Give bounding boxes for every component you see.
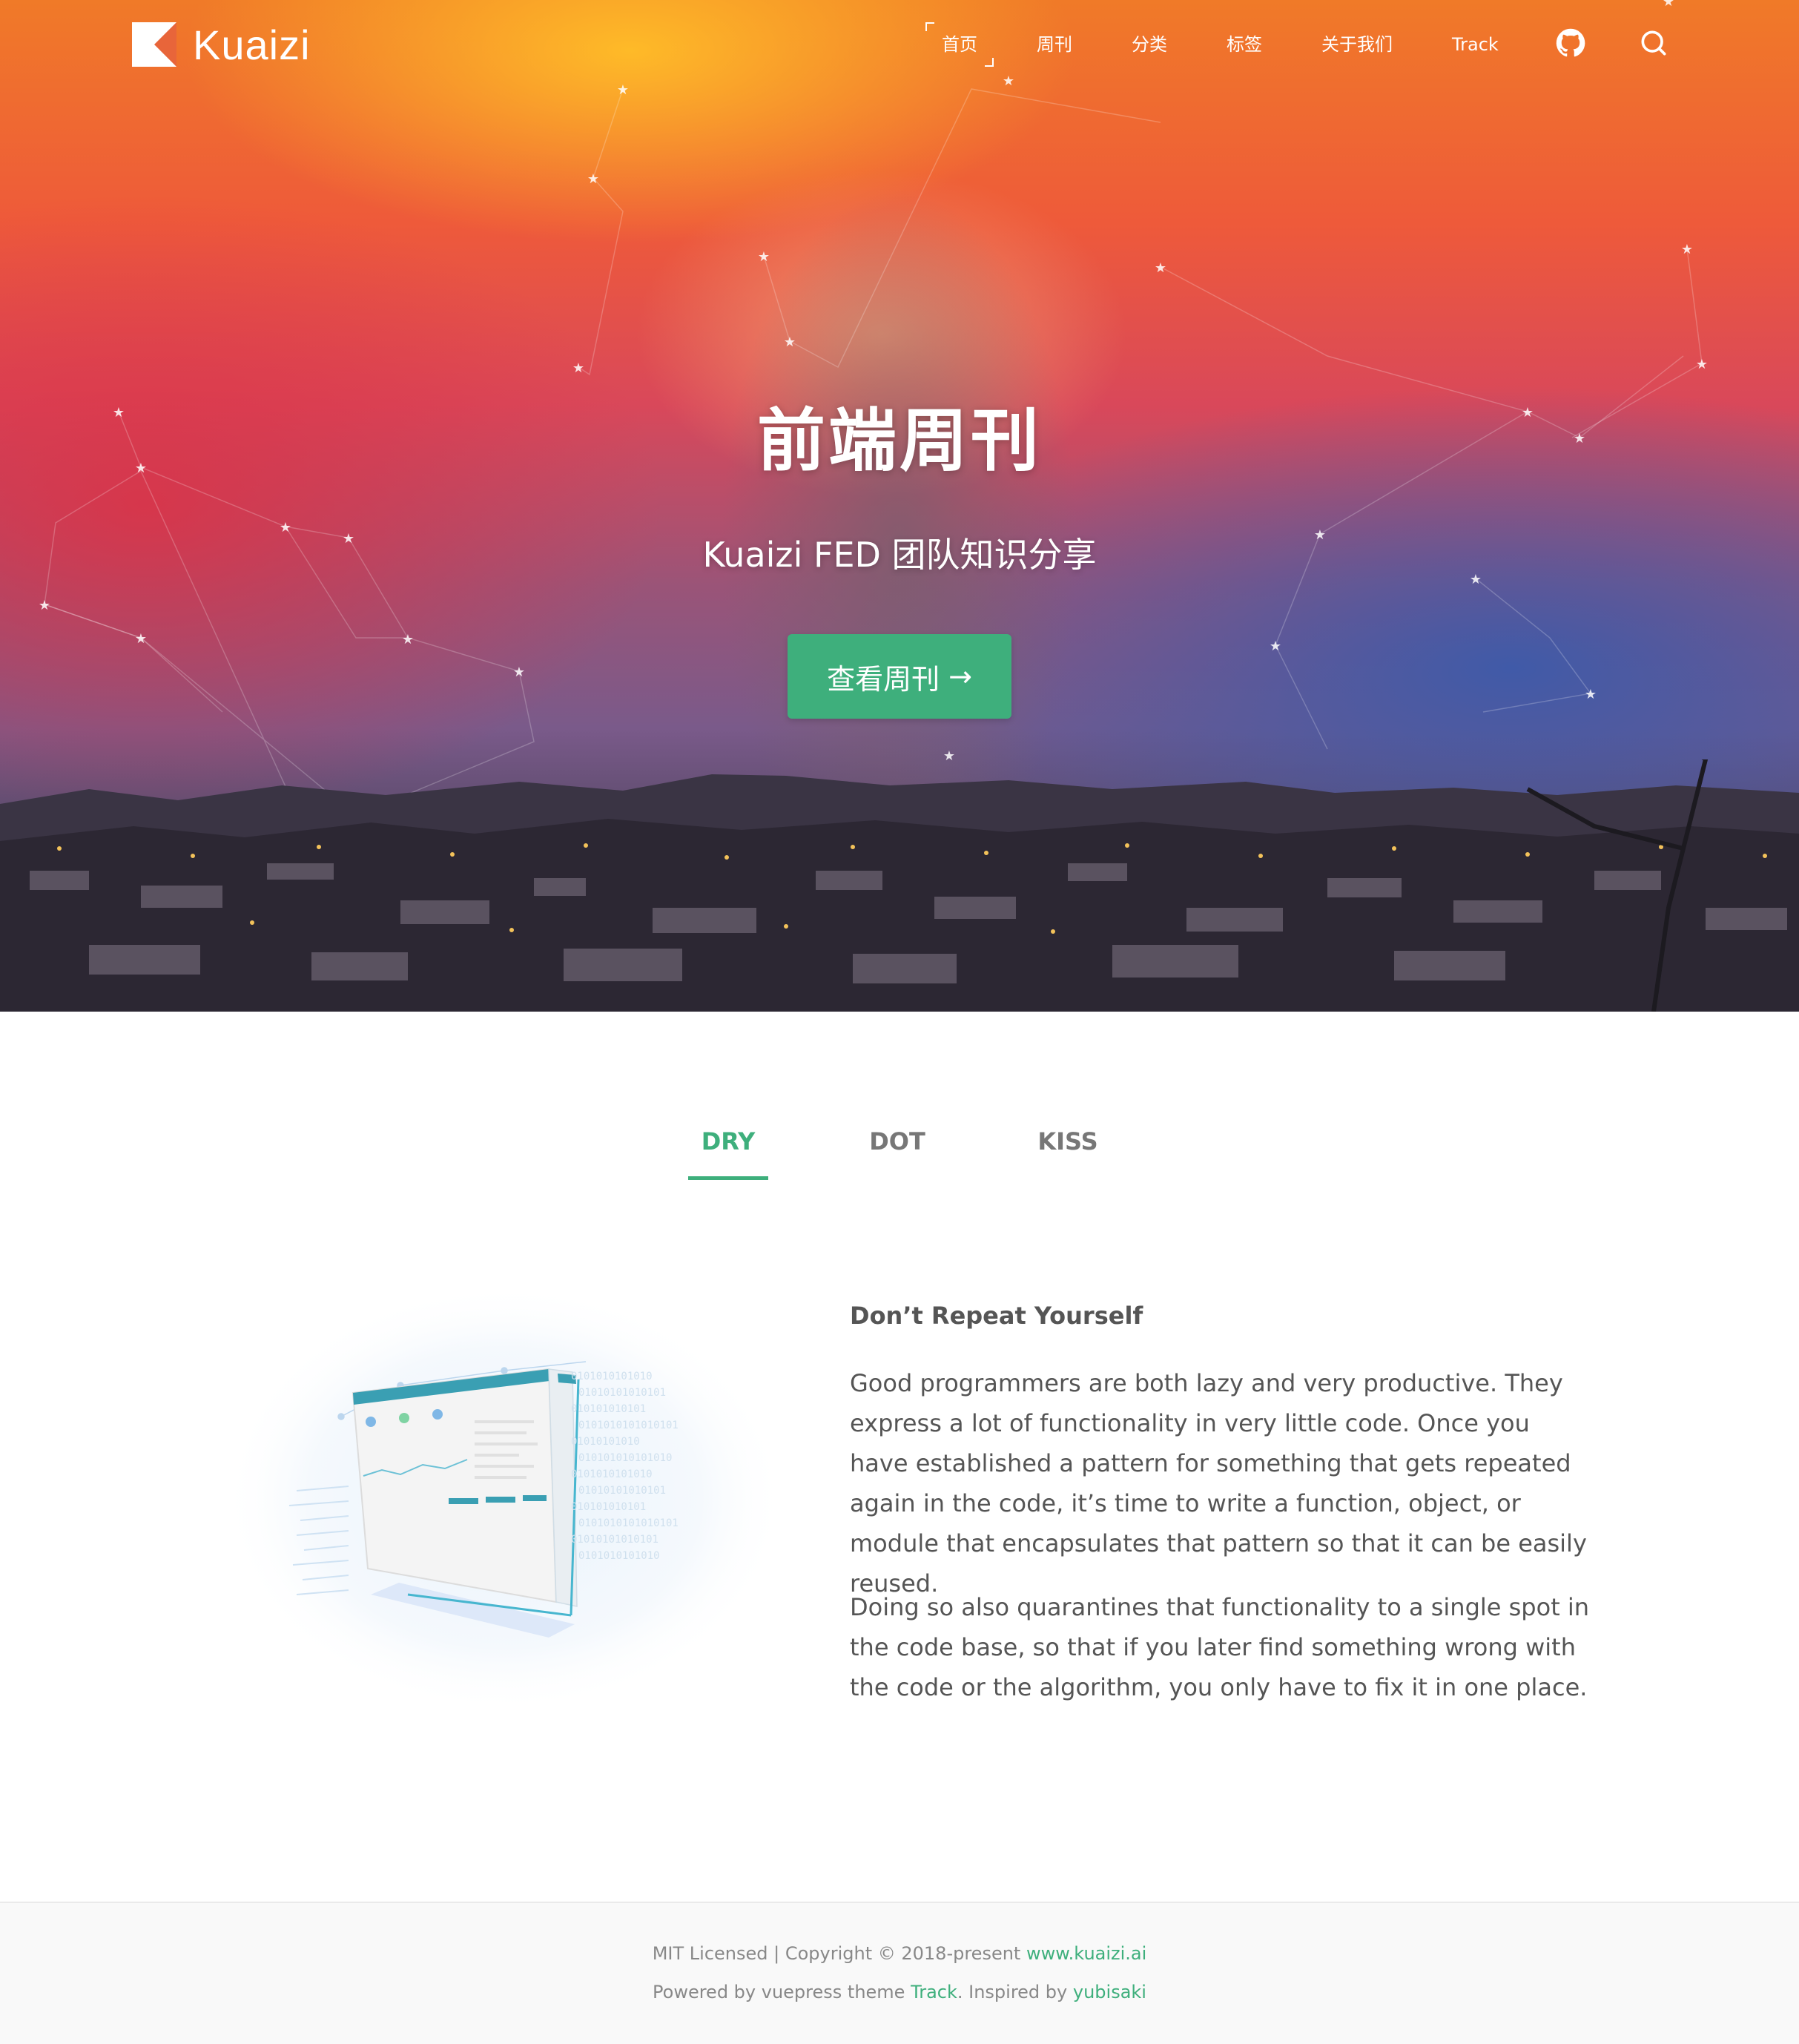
- feature-paragraph-2: Doing so also quarantines that functiona…: [850, 1593, 1590, 1701]
- top-nav: 首页 周刊 分类 标签 关于我们 Track: [0, 22, 1799, 67]
- svg-text:★: ★: [587, 171, 599, 187]
- hero-subtitle: Kuaizi FED 团队知识分享: [702, 535, 1097, 575]
- footer-license-text: MIT Licensed | Copyright © 2018-present: [652, 1943, 1026, 1964]
- svg-text:★: ★: [758, 249, 770, 265]
- search-icon[interactable]: [1637, 27, 1670, 59]
- svg-text:★: ★: [402, 632, 414, 647]
- binary-line: 0101010101010: [578, 1550, 660, 1562]
- footer-inspired-text: . Inspired by: [957, 1982, 1073, 2002]
- footer-license-line: MIT Licensed | Copyright © 2018-present …: [0, 1943, 1799, 1964]
- binary-line: 01010101010101: [571, 1534, 658, 1546]
- svg-text:★: ★: [39, 598, 50, 613]
- footer-powered-line: Powered by vuepress theme Track. Inspire…: [0, 1982, 1799, 2002]
- dashboard-illustration: 0101010101010 01010101010101 01010101010…: [222, 1283, 786, 1713]
- svg-text:★: ★: [513, 665, 525, 680]
- svg-text:★: ★: [1270, 639, 1281, 654]
- svg-text:★: ★: [572, 360, 584, 376]
- svg-text:★: ★: [1585, 687, 1597, 702]
- feature-title: Don’t Repeat Yourself: [850, 1302, 1143, 1330]
- binary-line: 0101010101010101: [578, 1517, 679, 1529]
- nav-item-tags[interactable]: 标签: [1227, 28, 1262, 61]
- binary-line: 0101010101010: [571, 1371, 653, 1382]
- nav-item-home[interactable]: 首页: [925, 22, 994, 67]
- tab-kiss[interactable]: KISS: [1020, 1121, 1115, 1161]
- footer-yubisaki-link[interactable]: yubisaki: [1073, 1982, 1146, 2002]
- github-icon[interactable]: [1554, 27, 1587, 59]
- svg-text:★: ★: [784, 334, 796, 350]
- binary-line: 010101010101: [571, 1501, 646, 1513]
- svg-text:★: ★: [1003, 73, 1014, 89]
- svg-text:★: ★: [617, 82, 629, 98]
- footer-track-link[interactable]: Track: [911, 1982, 957, 2002]
- svg-text:★: ★: [1696, 357, 1708, 372]
- binary-line: 0101010101010: [571, 1468, 653, 1480]
- binary-line: 01010101010: [571, 1436, 640, 1448]
- view-weekly-button[interactable]: 查看周刊 →: [788, 634, 1011, 719]
- nav-item-track[interactable]: Track: [1452, 28, 1499, 61]
- hero-title: 前端周刊: [756, 401, 1042, 481]
- nav-item-categories[interactable]: 分类: [1132, 28, 1167, 61]
- binary-line: 0101010101010101: [578, 1420, 679, 1431]
- active-tab-indicator: [688, 1176, 768, 1180]
- feature-paragraph-1: Good programmers are both lazy and very …: [850, 1369, 1587, 1598]
- view-weekly-button-label: 查看周刊: [827, 662, 940, 696]
- binary-line: 010101010101010: [578, 1452, 672, 1464]
- nav-item-about[interactable]: 关于我们: [1321, 28, 1393, 61]
- city-skyline: [0, 759, 1799, 1012]
- arrow-right-icon: →: [948, 660, 972, 693]
- hero-section: ★★★ ★★★ ★★★ ★★★ ★★★ ★★★ ★★★ ★★★ ★★★: [0, 0, 1799, 1012]
- svg-text:★: ★: [1663, 0, 1674, 10]
- binary-line: 01010101010101: [578, 1485, 666, 1497]
- svg-text:★: ★: [1155, 260, 1166, 276]
- footer: MIT Licensed | Copyright © 2018-present …: [0, 1902, 1799, 2044]
- footer-site-link[interactable]: www.kuaizi.ai: [1026, 1943, 1146, 1964]
- tab-dot[interactable]: DOT: [850, 1121, 945, 1161]
- footer-powered-text: Powered by vuepress theme: [653, 1982, 911, 2002]
- svg-text:★: ★: [1681, 242, 1693, 257]
- tab-dry[interactable]: DRY: [681, 1121, 776, 1161]
- nav-item-weekly[interactable]: 周刊: [1037, 28, 1072, 61]
- binary-line: 01010101010101: [578, 1387, 666, 1399]
- binary-line: 010101010101: [571, 1403, 646, 1415]
- svg-text:★: ★: [135, 631, 147, 647]
